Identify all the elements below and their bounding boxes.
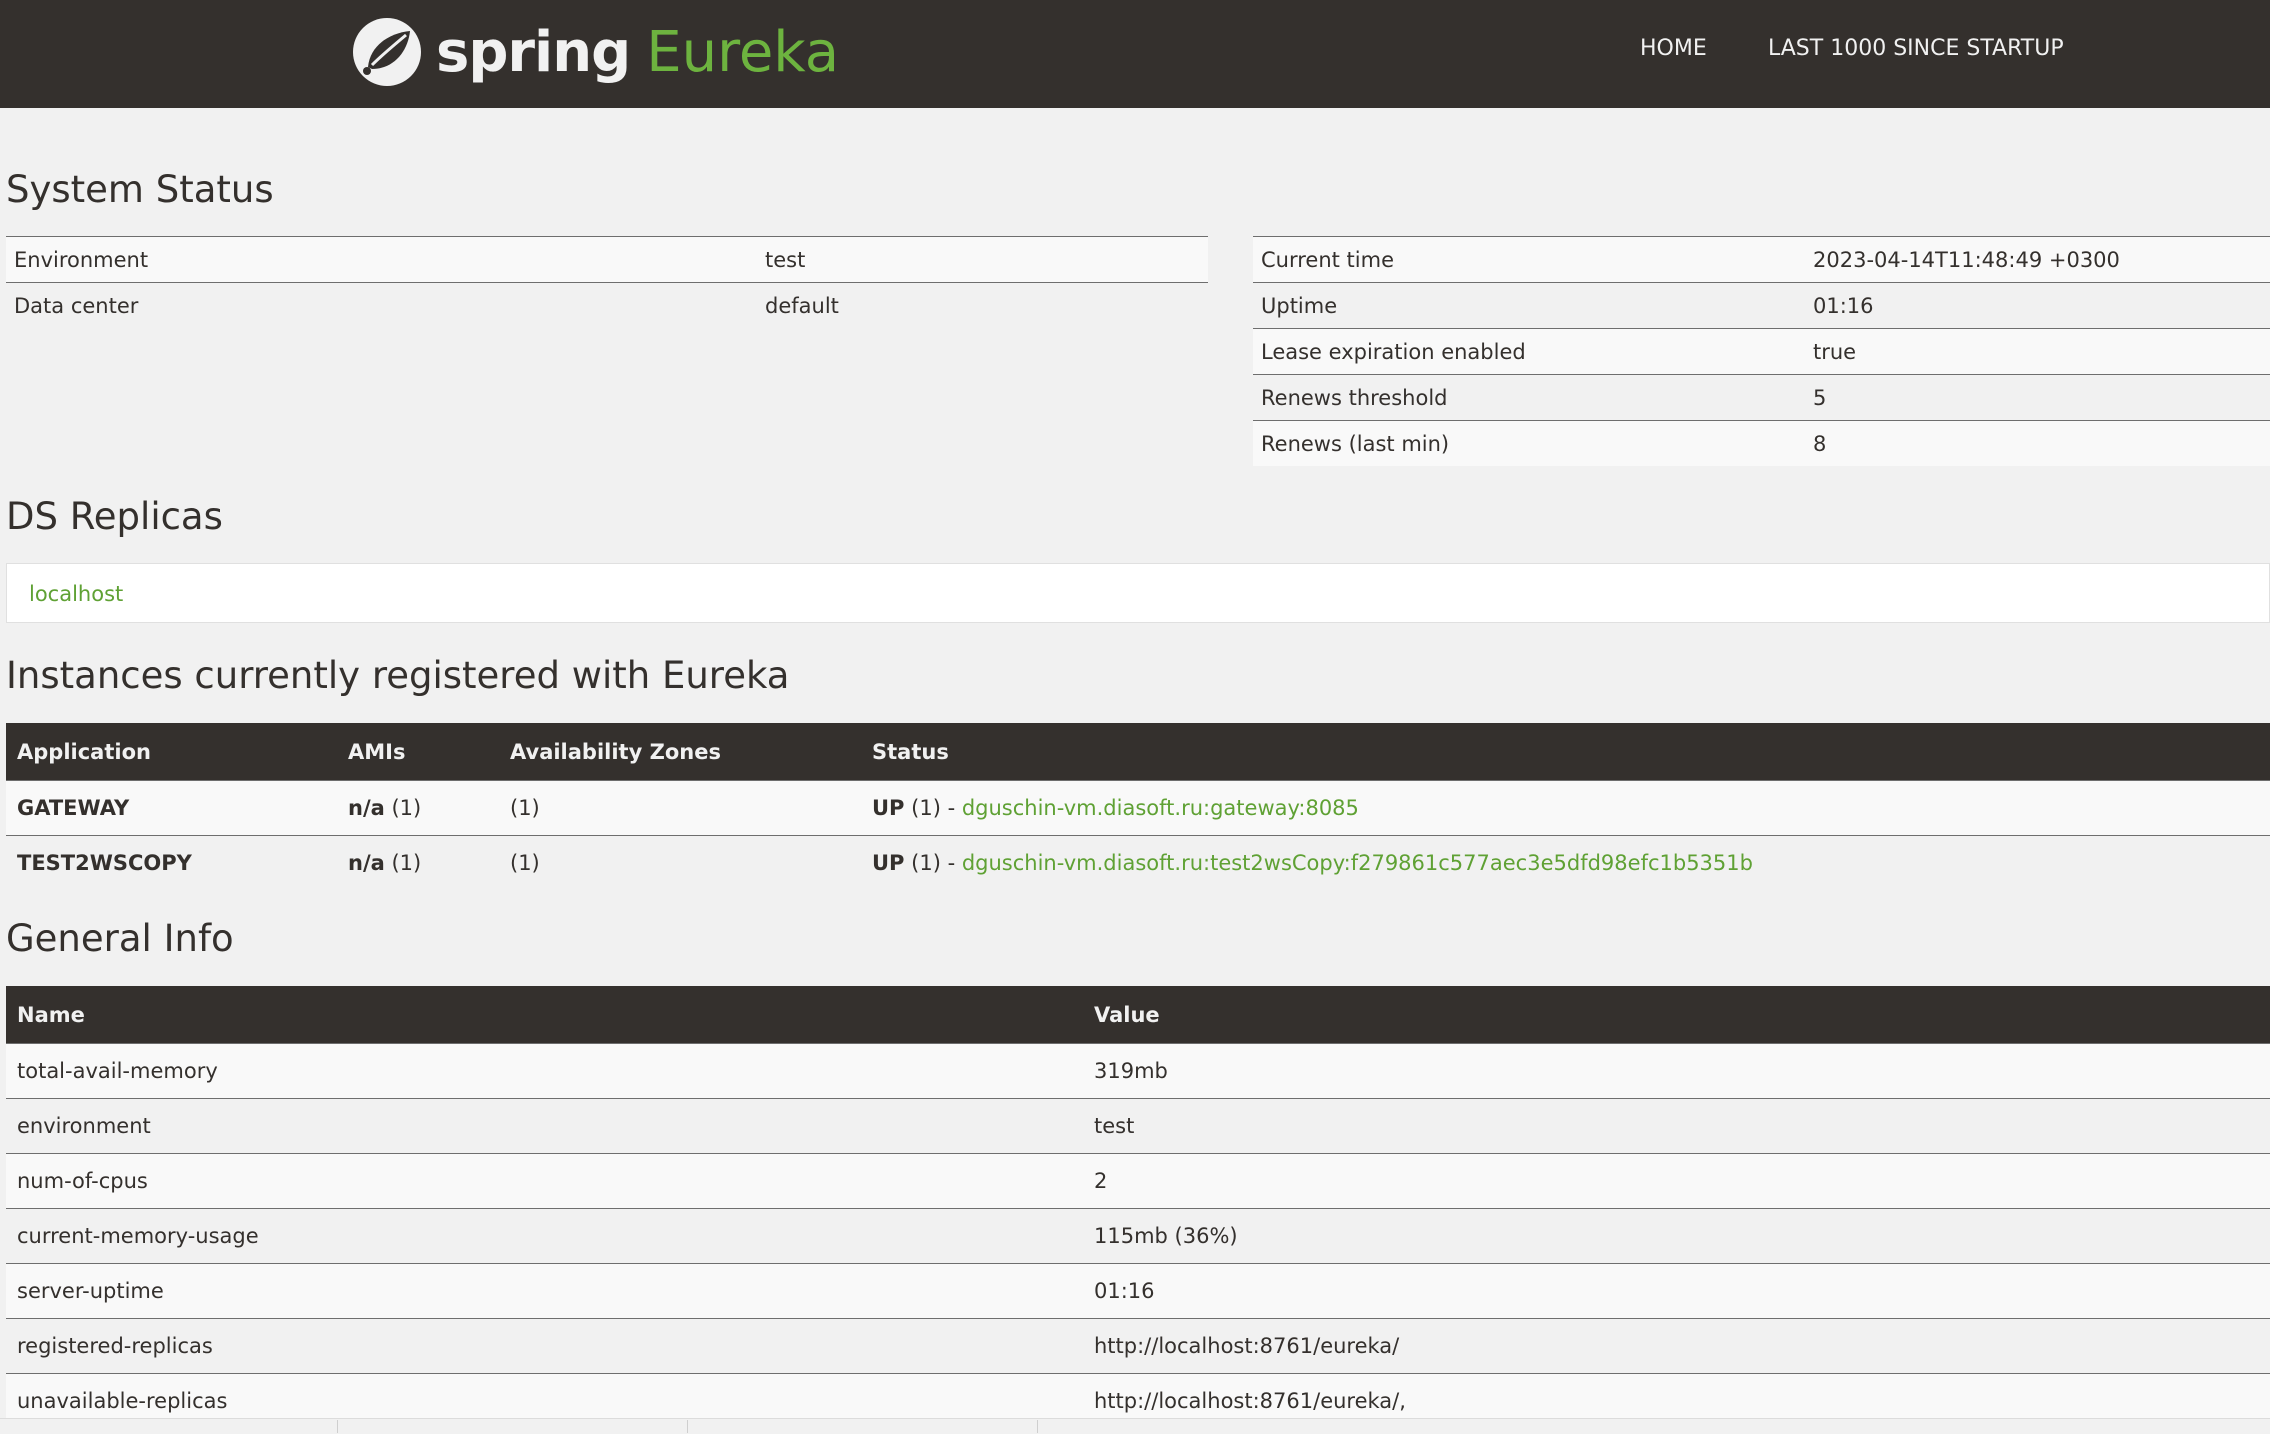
- column-header-zones: Availability Zones: [499, 723, 861, 781]
- system-status-right-table: Current time 2023-04-14T11:48:49 +0300 U…: [1253, 236, 2270, 466]
- column-header-value: Value: [1083, 986, 2270, 1044]
- status-key: Data center: [6, 282, 757, 328]
- status-value: 8: [1805, 420, 2270, 466]
- instance-link[interactable]: dguschin-vm.diasoft.ru:test2wsCopy:f2798…: [962, 851, 1753, 875]
- table-row: Lease expiration enabled true: [1253, 328, 2270, 375]
- info-value: http://localhost:8761/eureka/: [1083, 1318, 2270, 1374]
- status-up: UP: [872, 851, 905, 875]
- status-count: (1) -: [911, 796, 956, 820]
- status-up: UP: [872, 796, 905, 820]
- system-status-left-table: Environment test Data center default: [6, 236, 1208, 328]
- general-info-table: Name Value total-avail-memory 319mb envi…: [6, 986, 2270, 1428]
- status-key: Uptime: [1253, 282, 1805, 329]
- status-value: 5: [1805, 374, 2270, 421]
- table-row: GATEWAY n/a (1) (1) UP (1) - dguschin-vm…: [6, 780, 2270, 836]
- status-key: Lease expiration enabled: [1253, 328, 1805, 375]
- zones-cell: (1): [499, 780, 861, 836]
- table-row: Uptime 01:16: [1253, 282, 2270, 329]
- status-value: 01:16: [1805, 282, 2270, 329]
- table-row: Renews threshold 5: [1253, 374, 2270, 421]
- info-value: 01:16: [1083, 1263, 2270, 1319]
- amis-count: (1): [391, 796, 422, 820]
- table-row: Environment test: [6, 236, 1208, 283]
- system-status-title: System Status: [6, 168, 274, 211]
- info-name: current-memory-usage: [6, 1208, 1083, 1264]
- instances-title: Instances currently registered with Eure…: [6, 654, 790, 697]
- info-name: environment: [6, 1098, 1083, 1154]
- table-row: server-uptime 01:16: [6, 1263, 2270, 1319]
- status-cell: UP (1) - dguschin-vm.diasoft.ru:gateway:…: [861, 780, 2270, 836]
- status-value: default: [757, 282, 1208, 328]
- table-row: registered-replicas http://localhost:876…: [6, 1318, 2270, 1374]
- amis-cell: n/a (1): [337, 780, 499, 836]
- table-header-row: Name Value: [6, 986, 2270, 1044]
- amis-label: n/a: [348, 851, 385, 875]
- table-row: Current time 2023-04-14T11:48:49 +0300: [1253, 236, 2270, 283]
- column-header-amis: AMIs: [337, 723, 499, 781]
- brand-eureka-text: Eureka: [646, 19, 840, 85]
- ds-replicas-list: localhost: [6, 563, 2270, 623]
- zones-cell: (1): [499, 835, 861, 890]
- spring-leaf-icon: [353, 18, 421, 86]
- info-name: total-avail-memory: [6, 1043, 1083, 1099]
- instance-link[interactable]: dguschin-vm.diasoft.ru:gateway:8085: [962, 796, 1359, 820]
- column-header-application: Application: [6, 723, 337, 781]
- amis-cell: n/a (1): [337, 835, 499, 890]
- general-info-title: General Info: [6, 917, 234, 960]
- top-navbar: spring Eureka HOME LAST 1000 SINCE START…: [0, 0, 2270, 108]
- divider-tick: [687, 1420, 688, 1433]
- brand-logo-link[interactable]: spring Eureka: [350, 8, 839, 96]
- status-key: Current time: [1253, 236, 1805, 283]
- table-row: Data center default: [6, 282, 1208, 328]
- instances-table: Application AMIs Availability Zones Stat…: [6, 723, 2270, 890]
- divider-tick: [337, 1420, 338, 1433]
- status-value: test: [757, 236, 1208, 283]
- status-cell: UP (1) - dguschin-vm.diasoft.ru:test2wsC…: [861, 835, 2270, 890]
- nav-home-link[interactable]: HOME: [1640, 36, 1707, 61]
- table-row: current-memory-usage 115mb (36%): [6, 1208, 2270, 1264]
- status-key: Renews (last min): [1253, 420, 1805, 466]
- table-header-row: Application AMIs Availability Zones Stat…: [6, 723, 2270, 781]
- column-header-name: Name: [6, 986, 1083, 1044]
- divider-tick: [1037, 1420, 1038, 1433]
- amis-count: (1): [391, 851, 422, 875]
- status-key: Renews threshold: [1253, 374, 1805, 421]
- info-value: 319mb: [1083, 1043, 2270, 1099]
- table-row: num-of-cpus 2: [6, 1153, 2270, 1209]
- status-value: true: [1805, 328, 2270, 375]
- ds-replicas-title: DS Replicas: [6, 495, 223, 538]
- amis-label: n/a: [348, 796, 385, 820]
- table-row: TEST2WSCOPY n/a (1) (1) UP (1) - dguschi…: [6, 835, 2270, 890]
- column-header-status: Status: [861, 723, 2270, 781]
- replica-link-localhost[interactable]: localhost: [29, 582, 123, 606]
- status-count: (1) -: [911, 851, 956, 875]
- brand-spring-text: spring: [436, 19, 631, 85]
- nav-last-1000-link[interactable]: LAST 1000 SINCE STARTUP: [1768, 36, 2064, 61]
- application-name: TEST2WSCOPY: [6, 835, 337, 890]
- info-name: num-of-cpus: [6, 1153, 1083, 1209]
- info-value: 115mb (36%): [1083, 1208, 2270, 1264]
- bottom-divider: [0, 1418, 2270, 1434]
- application-name: GATEWAY: [6, 780, 337, 836]
- info-name: registered-replicas: [6, 1318, 1083, 1374]
- status-value: 2023-04-14T11:48:49 +0300: [1805, 236, 2270, 283]
- info-value: 2: [1083, 1153, 2270, 1209]
- table-row: total-avail-memory 319mb: [6, 1043, 2270, 1099]
- info-value: test: [1083, 1098, 2270, 1154]
- table-row: Renews (last min) 8: [1253, 420, 2270, 466]
- table-row: environment test: [6, 1098, 2270, 1154]
- status-key: Environment: [6, 236, 757, 283]
- info-name: server-uptime: [6, 1263, 1083, 1319]
